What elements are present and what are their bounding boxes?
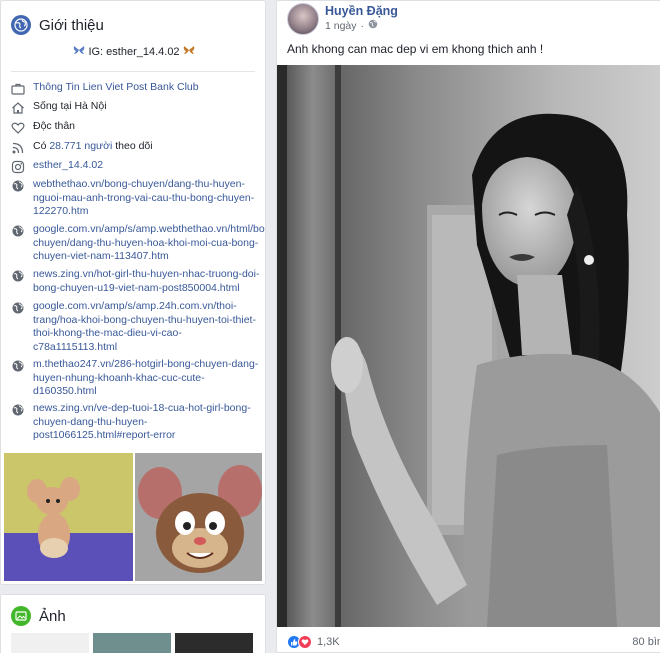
intro-item-website: news.zing.vn/hot-girl-thu-huyen-nhac-tru… — [11, 268, 261, 300]
instagram-link[interactable]: esther_14.4.02 — [33, 159, 103, 173]
website-link[interactable]: news.zing.vn/hot-girl-thu-huyen-nhac-tru… — [33, 268, 261, 295]
intro-bio: IG: esther_14.4.02 — [1, 45, 265, 58]
website-link[interactable]: webthethao.vn/bong-chuyen/dang-thu-huyen… — [33, 178, 261, 219]
website-link[interactable]: google.com.vn/amp/s/amp.24h.com.vn/thoi-… — [33, 300, 261, 354]
intro-title: Giới thiệu — [39, 16, 104, 34]
butterfly-icon — [183, 45, 195, 58]
post-text: Anh khong can mac dep vi em khong thich … — [287, 42, 544, 56]
intro-item-instagram: esther_14.4.02 — [11, 159, 261, 178]
post-timestamp[interactable]: 1 ngày — [325, 20, 357, 32]
photo-thumbnail[interactable] — [175, 633, 253, 653]
featured-photos — [4, 453, 262, 581]
relationship-text: Độc thân — [33, 120, 76, 132]
butterfly-icon — [73, 45, 85, 58]
intro-bio-text: IG: esther_14.4.02 — [88, 46, 180, 58]
divider — [11, 71, 255, 72]
photos-card: Ảnh — [0, 594, 266, 653]
photo-thumbnail[interactable] — [11, 633, 89, 653]
home-icon — [11, 101, 25, 115]
intro-item-followers: Có 28.771 người theo dõi — [11, 140, 261, 159]
featured-photo-cartoon-mouse[interactable] — [4, 453, 133, 581]
lives-in-text: Sống tại Hà Nội — [33, 100, 107, 112]
intro-item-website: news.zing.vn/ve-dep-tuoi-18-cua-hot-girl… — [11, 402, 261, 446]
website-link[interactable]: m.thethao247.vn/286-hotgirl-bong-chuyen-… — [33, 358, 261, 399]
followers-prefix: Có — [33, 140, 50, 152]
workplace-link[interactable]: Thông Tin Lien Viet Post Bank Club — [33, 81, 199, 95]
featured-photo-cartoon-mouse-closeup[interactable] — [135, 453, 262, 581]
post-photo[interactable] — [277, 65, 660, 627]
love-reaction-icon — [298, 635, 312, 649]
photo-icon — [11, 606, 31, 626]
comments-count[interactable]: 80 bìn — [632, 636, 660, 648]
separator-dot: · — [360, 19, 365, 32]
avatar[interactable] — [287, 3, 319, 35]
globe-icon — [11, 179, 25, 193]
instagram-icon — [11, 160, 25, 174]
intro-item-website: m.thethao247.vn/286-hotgirl-bong-chuyen-… — [11, 358, 261, 402]
globe-icon — [11, 269, 25, 283]
intro-item-work: Thông Tin Lien Viet Post Bank Club — [11, 81, 261, 100]
intro-item-home: Sống tại Hà Nội — [11, 100, 261, 120]
globe-icon — [11, 224, 25, 238]
heart-icon — [11, 121, 25, 135]
intro-info-list: Thông Tin Lien Viet Post Bank Club Sống … — [11, 81, 265, 446]
photo-thumbnail[interactable] — [93, 633, 171, 653]
intro-item-relationship: Độc thân — [11, 120, 261, 140]
followers-text: Có 28.771 người theo dõi — [33, 140, 153, 154]
post-author-link[interactable]: Huyền Đặng — [325, 4, 398, 18]
intro-item-website: webthethao.vn/bong-chuyen/dang-thu-huyen… — [11, 178, 261, 223]
globe-icon — [11, 403, 25, 417]
globe-badge-icon — [11, 15, 31, 35]
reactions-count[interactable]: 1,3K — [317, 636, 340, 648]
intro-item-website: google.com.vn/amp/s/amp.24h.com.vn/thoi-… — [11, 300, 261, 358]
photos-title: Ảnh — [39, 607, 66, 625]
globe-icon — [11, 359, 25, 373]
intro-card: Giới thiệu IG: esther_14.4.02 Thông Tin … — [0, 0, 266, 585]
followers-suffix: theo dõi — [112, 140, 153, 152]
reactions[interactable]: 1,3K — [287, 635, 340, 649]
photos-header: Ảnh — [11, 606, 66, 626]
intro-item-website: google.com.vn/amp/s/amp.webthethao.vn/ht… — [11, 223, 265, 268]
post-card: Huyền Đặng 1 ngày · Anh khong can mac de… — [276, 0, 660, 653]
rss-icon — [11, 141, 25, 155]
public-globe-icon — [368, 19, 378, 32]
photos-thumbnails — [11, 633, 253, 653]
followers-count-link[interactable]: 28.771 người — [49, 140, 112, 152]
website-link[interactable]: news.zing.vn/ve-dep-tuoi-18-cua-hot-girl… — [33, 402, 261, 443]
website-link[interactable]: google.com.vn/amp/s/amp.webthethao.vn/ht… — [33, 223, 265, 264]
briefcase-icon — [11, 82, 25, 96]
globe-icon — [11, 301, 25, 315]
intro-header: Giới thiệu — [11, 15, 104, 35]
post-meta: 1 ngày · — [325, 19, 378, 32]
